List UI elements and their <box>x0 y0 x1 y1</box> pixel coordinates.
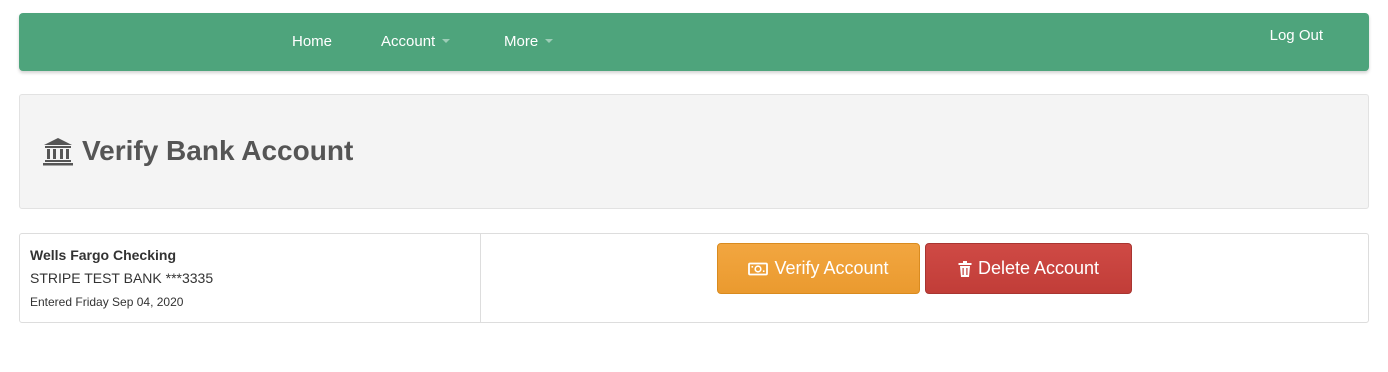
verify-account-label: Verify Account <box>774 258 889 278</box>
chevron-down-icon <box>442 39 451 44</box>
nav-more-label: More <box>504 33 539 50</box>
bank-icon <box>43 138 73 166</box>
account-details-cell: Wells Fargo Checking STRIPE TEST BANK **… <box>20 234 481 322</box>
nav-home-link[interactable]: Home <box>292 13 332 71</box>
money-icon <box>748 262 769 275</box>
nav-home-label: Home <box>292 33 333 50</box>
nav-account-label: Account <box>381 33 436 50</box>
bank-account-row: Wells Fargo Checking STRIPE TEST BANK **… <box>19 233 1369 323</box>
page-header: Verify Bank Account <box>19 94 1369 209</box>
nav-more-dropdown[interactable]: More <box>504 13 554 71</box>
page-title-text: Verify Bank Account <box>82 135 354 166</box>
trash-icon <box>958 260 972 277</box>
logout-link[interactable]: Log Out <box>1270 7 1323 65</box>
logout-label: Log Out <box>1269 27 1323 44</box>
nav-account-dropdown[interactable]: Account <box>381 13 451 71</box>
top-navbar: Home Account More Log Out <box>19 13 1369 71</box>
delete-account-button[interactable]: Delete Account <box>925 243 1132 294</box>
chevron-down-icon <box>545 39 554 44</box>
account-bank-number: STRIPE TEST BANK ***3335 <box>30 270 214 286</box>
verify-account-button[interactable]: Verify Account <box>717 243 920 294</box>
account-name: Wells Fargo Checking <box>30 247 176 263</box>
page-title: Verify Bank Account <box>42 135 353 167</box>
account-entered-date: Entered Friday Sep 04, 2020 <box>30 295 184 309</box>
delete-account-label: Delete Account <box>977 258 1100 278</box>
